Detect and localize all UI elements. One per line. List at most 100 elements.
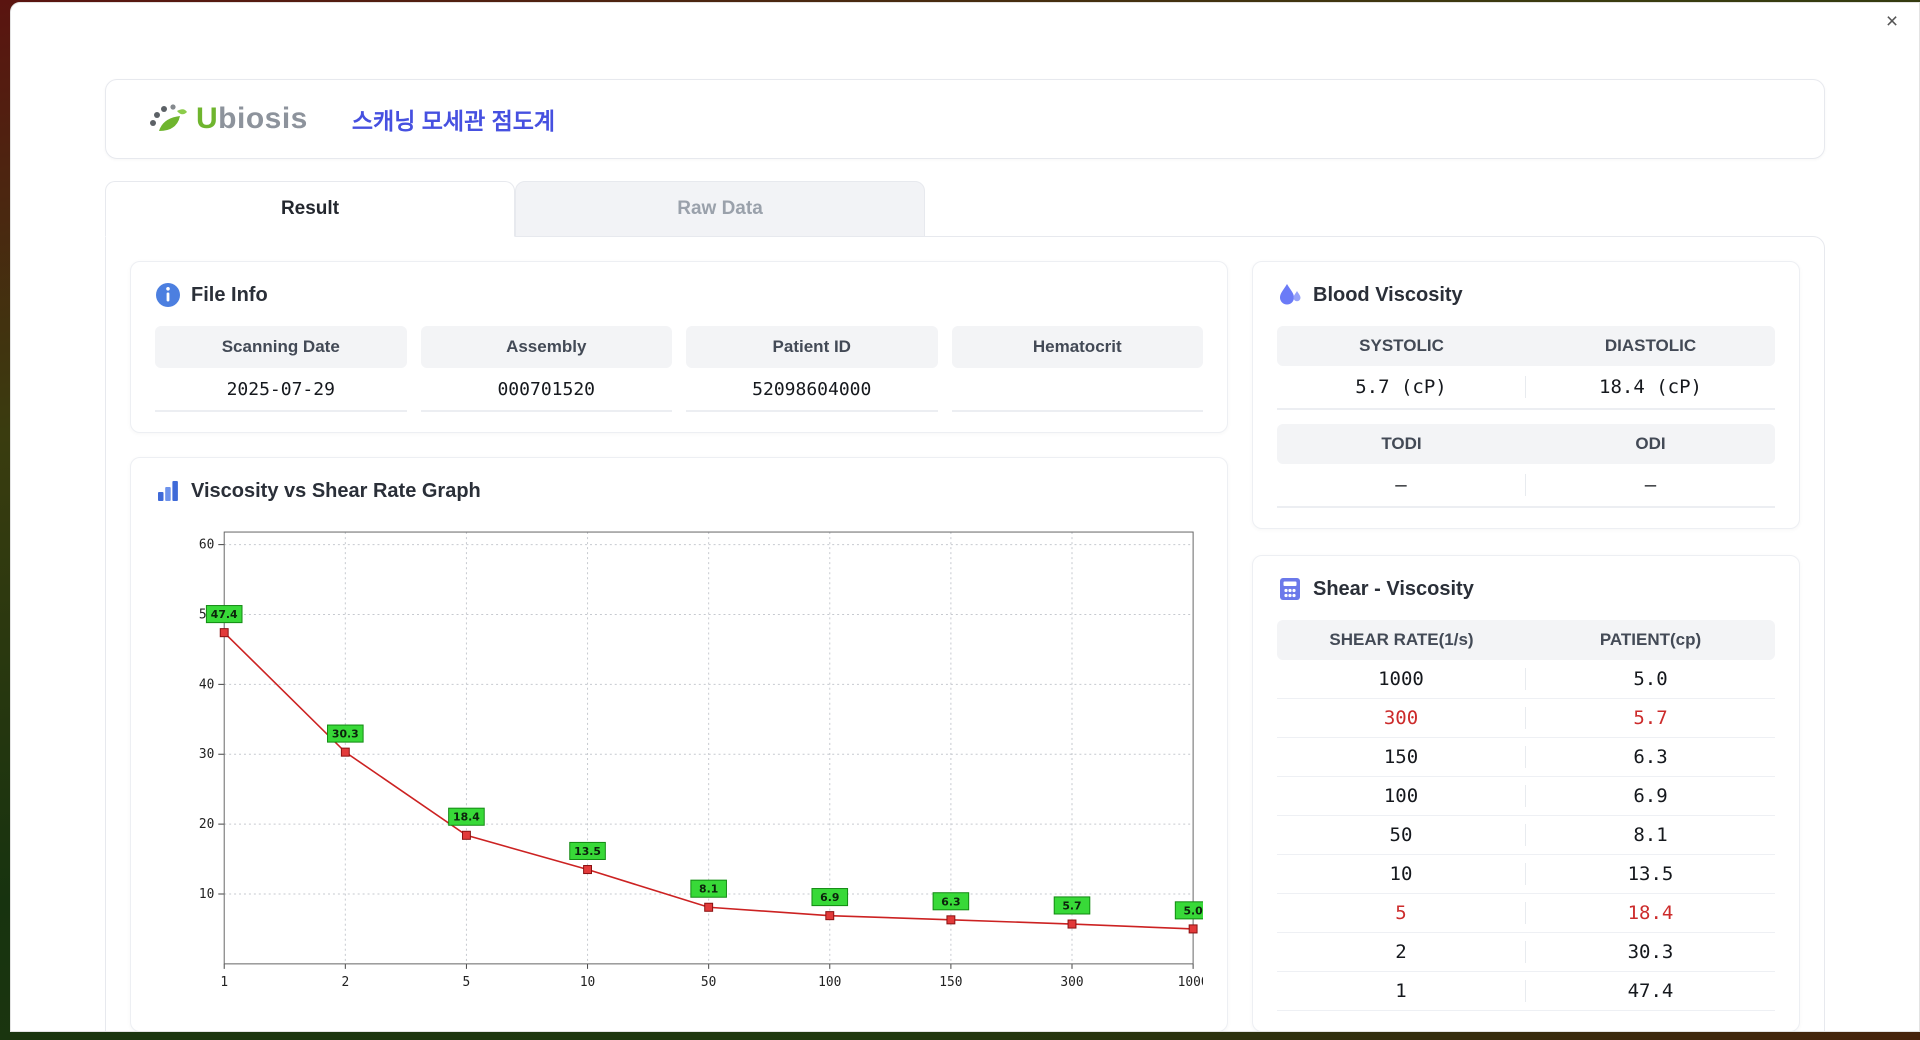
ubiosis-leaf-icon xyxy=(146,100,188,138)
svg-text:1000: 1000 xyxy=(1178,975,1203,990)
field-value: 2025-07-29 xyxy=(155,368,407,412)
patient-header: PATIENT(cp) xyxy=(1599,630,1702,649)
svg-text:30.3: 30.3 xyxy=(332,728,359,741)
svg-text:47.4: 47.4 xyxy=(211,608,238,621)
cell-patient: 30.3 xyxy=(1627,941,1674,963)
table-row: 150 6.3 xyxy=(1277,738,1775,777)
bv-header-systolic: SYSTOLIC xyxy=(1359,336,1444,355)
tab-raw-data[interactable]: Raw Data xyxy=(515,181,925,237)
svg-text:18.4: 18.4 xyxy=(453,811,480,824)
blood-viscosity-card: Blood Viscosity SYSTOLIC DIASTOLIC 5.7 (… xyxy=(1252,261,1800,529)
svg-text:5.0: 5.0 xyxy=(1183,904,1203,917)
shear-viscosity-title: Shear - Viscosity xyxy=(1313,577,1474,600)
table-row: 5 18.4 xyxy=(1277,894,1775,933)
bv-value-todi: – xyxy=(1277,474,1526,496)
bv-value-row-2: – – xyxy=(1277,464,1775,508)
svg-text:5.7: 5.7 xyxy=(1062,899,1081,912)
cell-shear: 100 xyxy=(1277,785,1526,807)
svg-text:5: 5 xyxy=(463,975,471,990)
table-row: 50 8.1 xyxy=(1277,816,1775,855)
content-panel: File Info Scanning Date 2025-07-29 Assem… xyxy=(105,236,1825,1031)
cell-shear: 1 xyxy=(1277,980,1526,1002)
field-label: Assembly xyxy=(420,326,672,368)
viscosity-chart: 1020304050601251050100150300100047.430.3… xyxy=(155,522,1203,996)
cell-shear: 5 xyxy=(1277,902,1526,924)
bv-value-row-1: 5.7 (cP) 18.4 (cP) xyxy=(1277,366,1775,410)
shear-table-header: SHEAR RATE(1/s) PATIENT(cp) xyxy=(1277,620,1775,660)
bv-value-odi: – xyxy=(1644,474,1657,496)
field-assembly: Assembly 000701520 xyxy=(420,326,672,412)
table-row: 1000 5.0 xyxy=(1277,660,1775,699)
bv-header-todi: TODI xyxy=(1381,434,1422,453)
header: Ubiosis 스캐닝 모세관 점도계 xyxy=(105,79,1825,159)
svg-text:8.1: 8.1 xyxy=(699,883,718,896)
table-row: 2 30.3 xyxy=(1277,933,1775,972)
field-hematocrit: Hematocrit xyxy=(951,326,1203,412)
svg-text:150: 150 xyxy=(939,975,962,990)
field-label: Patient ID xyxy=(686,326,938,368)
svg-text:20: 20 xyxy=(199,817,214,832)
main-container: Ubiosis 스캐닝 모세관 점도계 Result Raw Data File… xyxy=(105,79,1825,1031)
svg-text:1: 1 xyxy=(220,975,228,990)
tab-bar: Result Raw Data xyxy=(105,181,1825,237)
cell-patient: 47.4 xyxy=(1627,980,1674,1002)
table-row: 10 13.5 xyxy=(1277,855,1775,894)
bv-header-row-2: TODI ODI xyxy=(1277,424,1775,464)
bv-value-diastolic: 18.4 (cP) xyxy=(1599,376,1702,398)
svg-text:2: 2 xyxy=(341,975,349,990)
table-row: 300 5.7 xyxy=(1277,699,1775,738)
bv-header-diastolic: DIASTOLIC xyxy=(1604,336,1697,355)
close-button[interactable]: × xyxy=(1879,9,1905,35)
svg-text:13.5: 13.5 xyxy=(574,845,601,858)
shear-viscosity-card: Shear - Viscosity SHEAR RATE(1/s) PATIEN… xyxy=(1252,555,1800,1031)
graph-title: Viscosity vs Shear Rate Graph xyxy=(191,479,481,502)
cell-shear: 2 xyxy=(1277,941,1526,963)
graph-card: Viscosity vs Shear Rate Graph 10 20 30 40 50… xyxy=(130,457,1228,1031)
bar-chart-icon xyxy=(155,478,181,504)
cell-patient: 13.5 xyxy=(1627,863,1674,885)
cell-shear: 1000 xyxy=(1277,668,1526,690)
app-window: × Ubiosis 스캐닝 모세관 점도계 Result Raw Data Fi… xyxy=(10,2,1920,1032)
field-scanning-date: Scanning Date 2025-07-29 xyxy=(155,326,407,412)
cell-patient: 5.7 xyxy=(1633,707,1668,729)
tab-result[interactable]: Result xyxy=(105,181,515,237)
logo-text: Ubiosis xyxy=(196,102,308,135)
bv-value-systolic: 5.7 (cP) xyxy=(1277,376,1526,398)
field-value xyxy=(951,368,1203,412)
svg-text:10: 10 xyxy=(580,975,595,990)
cell-patient: 18.4 xyxy=(1627,902,1674,924)
droplet-icon xyxy=(1277,282,1303,308)
svg-text:10: 10 xyxy=(199,887,214,902)
cell-patient: 6.9 xyxy=(1633,785,1668,807)
cell-shear: 150 xyxy=(1277,746,1526,768)
blood-viscosity-title: Blood Viscosity xyxy=(1313,283,1463,306)
svg-text:300: 300 xyxy=(1060,975,1083,990)
field-label: Scanning Date xyxy=(155,326,407,368)
field-label: Hematocrit xyxy=(951,326,1203,368)
file-info-fields: Scanning Date 2025-07-29 Assembly 000701… xyxy=(155,326,1203,412)
ubiosis-logo: Ubiosis xyxy=(146,100,308,138)
cell-patient: 8.1 xyxy=(1633,824,1668,846)
file-info-card: File Info Scanning Date 2025-07-29 Assem… xyxy=(130,261,1228,433)
left-column: File Info Scanning Date 2025-07-29 Assem… xyxy=(130,261,1228,1031)
page-title: 스캐닝 모세관 점도계 xyxy=(351,108,556,134)
cell-shear: 300 xyxy=(1277,707,1526,729)
file-info-title: File Info xyxy=(191,283,268,306)
table-row: 1 47.4 xyxy=(1277,972,1775,1011)
svg-text:6.9: 6.9 xyxy=(820,891,839,904)
svg-text:50: 50 xyxy=(701,975,716,990)
bv-header-odi: ODI xyxy=(1635,434,1666,453)
table-row: 100 6.9 xyxy=(1277,777,1775,816)
shear-rate-header: SHEAR RATE(1/s) xyxy=(1329,630,1474,649)
cell-shear: 10 xyxy=(1277,863,1526,885)
calculator-icon xyxy=(1277,576,1303,602)
right-column: Blood Viscosity SYSTOLIC DIASTOLIC 5.7 (… xyxy=(1252,261,1800,1031)
svg-text:100: 100 xyxy=(818,975,841,990)
field-patient-id: Patient ID 52098604000 xyxy=(686,326,938,412)
svg-text:60: 60 xyxy=(199,538,214,553)
info-icon xyxy=(155,282,181,308)
svg-text:30: 30 xyxy=(199,747,214,762)
field-value: 52098604000 xyxy=(686,368,938,412)
svg-text:6.3: 6.3 xyxy=(941,895,960,908)
cell-patient: 5.0 xyxy=(1633,668,1668,690)
